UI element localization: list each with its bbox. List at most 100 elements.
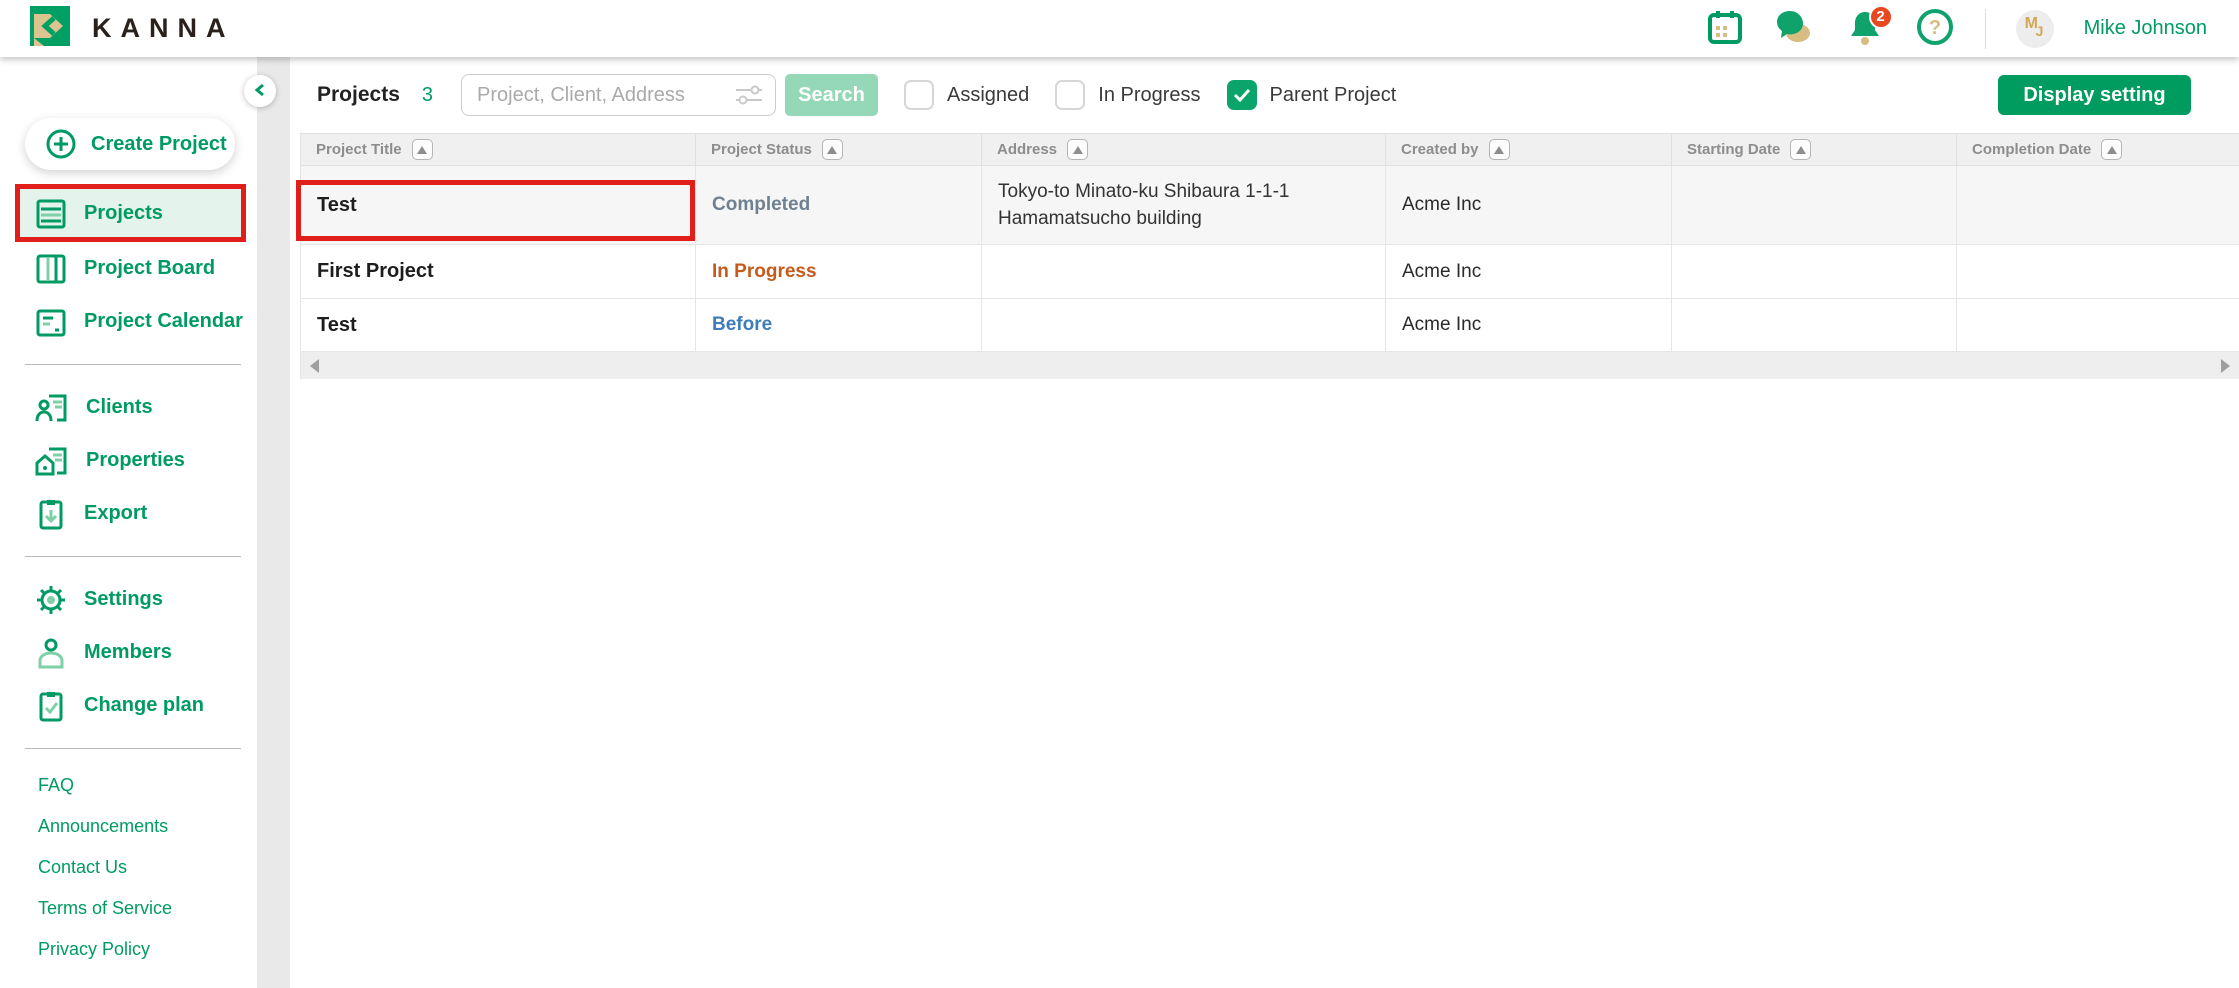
sidebar-divider	[25, 364, 241, 365]
question-circle-icon: ?	[1916, 8, 1954, 49]
projects-table: Project Title Project Status Address Cre…	[300, 133, 2239, 379]
sidebar-item-project-board[interactable]: Project Board	[0, 242, 257, 295]
filter-sliders-icon[interactable]	[734, 84, 764, 111]
sort-asc-icon	[1073, 146, 1083, 154]
sidebar-item-label: Clients	[86, 396, 153, 419]
projects-list-icon	[35, 198, 67, 230]
project-title[interactable]: First Project	[317, 260, 434, 283]
table-row[interactable]: Test Before Acme Inc	[301, 299, 2239, 352]
sidebar-divider	[25, 748, 241, 749]
column-header-created-by: Created by	[1386, 134, 1672, 165]
sidebar-item-properties[interactable]: Properties	[0, 434, 257, 487]
project-title[interactable]: Test	[317, 314, 357, 337]
header-divider	[1985, 9, 1986, 49]
clipboard-check-icon	[35, 690, 67, 722]
sidebar-item-label: Project Board	[84, 257, 215, 280]
created-by: Acme Inc	[1402, 314, 1481, 336]
calendar-button[interactable]	[1705, 9, 1745, 49]
chat-icon	[1776, 9, 1814, 48]
sidebar-item-label: Settings	[84, 588, 163, 611]
column-header-project-status: Project Status	[696, 134, 982, 165]
search-button[interactable]: Search	[785, 74, 878, 116]
sort-asc-icon	[1494, 146, 1504, 154]
board-columns-icon	[35, 253, 67, 285]
project-status: In Progress	[712, 261, 817, 283]
gear-icon	[35, 584, 67, 616]
sort-asc-icon	[417, 146, 427, 154]
created-by: Acme Inc	[1402, 261, 1481, 283]
scroll-right-icon[interactable]	[2221, 359, 2230, 373]
link-faq[interactable]: FAQ	[38, 775, 257, 796]
search-input[interactable]	[461, 74, 776, 116]
created-by: Acme Inc	[1402, 194, 1481, 216]
notification-badge: 2	[1869, 5, 1893, 29]
plus-circle-icon	[45, 128, 77, 160]
link-announcements[interactable]: Announcements	[38, 816, 257, 837]
brand-name: KANNA	[92, 13, 235, 44]
sidebar-item-change-plan[interactable]: Change plan	[0, 679, 257, 732]
scroll-left-icon[interactable]	[310, 359, 319, 373]
project-status: Before	[712, 314, 772, 336]
brand[interactable]: KANNA	[0, 6, 235, 51]
sort-button[interactable]	[1790, 139, 1811, 160]
create-project-button[interactable]: Create Project	[25, 118, 235, 170]
header-actions: 2 ? M J Mike Johnson	[1705, 9, 2239, 49]
sort-button[interactable]	[2101, 139, 2122, 160]
column-header-starting-date: Starting Date	[1672, 134, 1957, 165]
sort-button[interactable]	[412, 139, 433, 160]
help-button[interactable]: ?	[1915, 9, 1955, 49]
sidebar-item-label: Change plan	[84, 694, 204, 717]
sidebar-item-label: Members	[84, 641, 172, 664]
sidebar-item-export[interactable]: Export	[0, 487, 257, 540]
filter-assigned[interactable]: Assigned	[904, 80, 1029, 110]
in-progress-checkbox[interactable]	[1055, 80, 1085, 110]
parent-project-label: Parent Project	[1270, 84, 1397, 107]
projects-toolbar: Projects 3 Search Assigned	[290, 57, 2239, 133]
sidebar-collapse-button[interactable]	[244, 75, 276, 107]
sidebar: Create Project Projects	[0, 57, 257, 988]
sidebar-item-project-calendar[interactable]: Project Calendar	[0, 295, 257, 348]
person-document-icon	[35, 392, 69, 424]
main-content: Projects 3 Search Assigned	[290, 57, 2239, 988]
create-project-label: Create Project	[91, 133, 227, 156]
sidebar-item-label: Project Calendar	[84, 310, 243, 333]
table-row[interactable]: First Project In Progress Acme Inc	[301, 245, 2239, 299]
sidebar-footer-links: FAQ Announcements Contact Us Terms of Se…	[0, 765, 257, 960]
in-progress-label: In Progress	[1098, 84, 1200, 107]
parent-project-checkbox[interactable]	[1227, 80, 1257, 110]
sidebar-item-label: Projects	[84, 202, 163, 225]
calendar-icon	[1707, 9, 1743, 48]
sort-button[interactable]	[1067, 139, 1088, 160]
sidebar-item-clients[interactable]: Clients	[0, 381, 257, 434]
chat-button[interactable]	[1775, 9, 1815, 49]
display-setting-button[interactable]: Display setting	[1998, 75, 2191, 115]
filter-parent-project[interactable]: Parent Project	[1227, 80, 1397, 110]
project-title[interactable]: Test	[317, 194, 357, 217]
link-contact-us[interactable]: Contact Us	[38, 857, 257, 878]
link-terms-of-service[interactable]: Terms of Service	[38, 898, 257, 919]
page-title: Projects	[317, 83, 400, 107]
link-privacy-policy[interactable]: Privacy Policy	[38, 939, 257, 960]
user-name[interactable]: Mike Johnson	[2084, 17, 2207, 40]
column-header-completion-date: Completion Date	[1957, 134, 2239, 165]
sort-button[interactable]	[822, 139, 843, 160]
kanna-logo-icon	[30, 6, 70, 51]
horizontal-scrollbar[interactable]	[301, 352, 2239, 379]
sidebar-item-projects[interactable]: Projects	[15, 185, 242, 242]
sort-asc-icon	[1796, 146, 1806, 154]
sort-button[interactable]	[1489, 139, 1510, 160]
avatar[interactable]: M J	[2016, 10, 2054, 48]
notifications-button[interactable]: 2	[1845, 9, 1885, 49]
sidebar-item-members[interactable]: Members	[0, 626, 257, 679]
calendar-lines-icon	[35, 306, 67, 338]
person-icon	[35, 637, 67, 669]
table-row[interactable]: Test Completed Tokyo-to Minato-ku Shibau…	[301, 166, 2239, 245]
filter-in-progress[interactable]: In Progress	[1055, 80, 1200, 110]
kanna-app: KANNA	[0, 0, 2239, 988]
primary-nav: Projects Project Board	[0, 185, 257, 348]
sidebar-item-settings[interactable]: Settings	[0, 573, 257, 626]
assigned-checkbox[interactable]	[904, 80, 934, 110]
house-document-icon	[35, 445, 69, 477]
search-wrap	[461, 74, 776, 116]
chevron-left-icon	[254, 83, 266, 100]
